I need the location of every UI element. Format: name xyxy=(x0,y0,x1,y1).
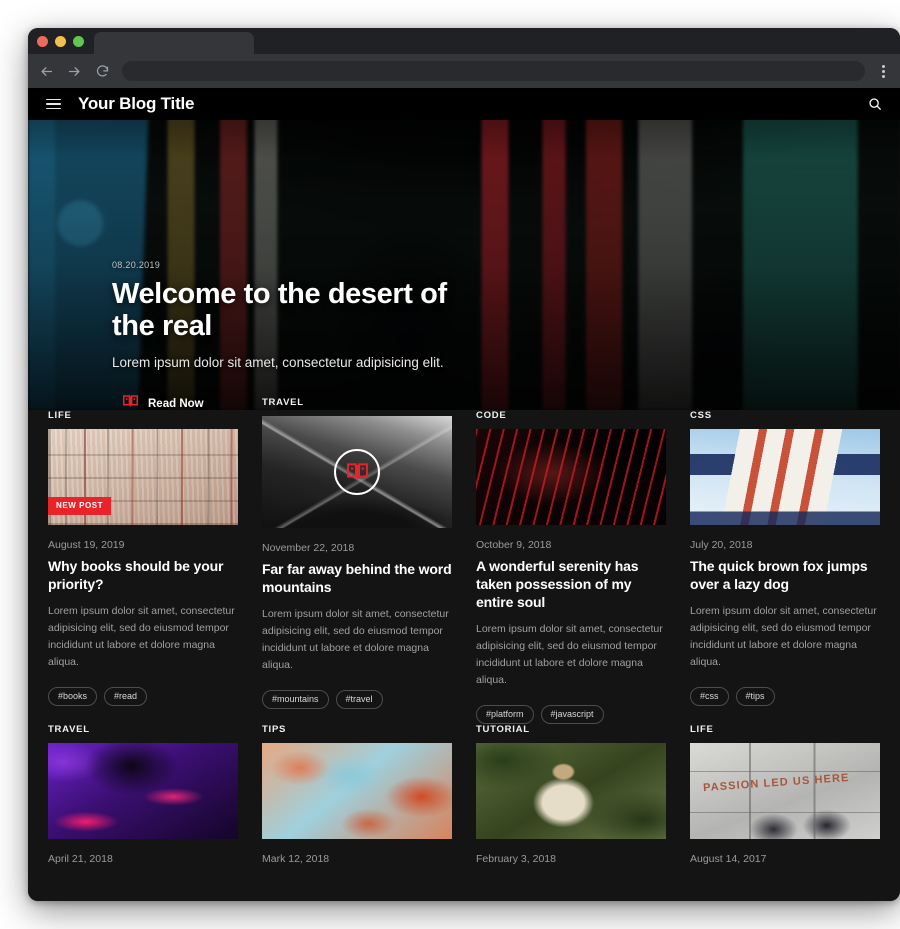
post-date: July 20, 2018 xyxy=(690,539,753,551)
post-card[interactable]: LIFE NEW POST August 19, 2019 Why books sho… xyxy=(36,410,250,724)
post-excerpt: Lorem ipsum dolor sit amet, consectetur … xyxy=(48,604,235,668)
hero-date: 08.20.2019 xyxy=(112,260,161,270)
post-tag[interactable]: #tips xyxy=(735,686,775,706)
post-card[interactable]: TRAVEL April 21, 2018 xyxy=(36,724,250,865)
page-viewport: 08.20.2019 Welcome to the desert of the … xyxy=(28,88,900,901)
post-card[interactable]: CODE October 9, 2018 A wonderful serenity … xyxy=(464,410,678,724)
post-tag[interactable]: #mountains xyxy=(262,689,329,709)
post-thumbnail[interactable] xyxy=(476,429,666,525)
post-excerpt: Lorem ipsum dolor sit amet, consectetur … xyxy=(690,604,877,668)
post-tag-list: #platform #javascript xyxy=(476,704,666,724)
post-excerpt: Lorem ipsum dolor sit amet, consectetur … xyxy=(476,622,663,686)
post-date: August 14, 2017 xyxy=(690,852,767,865)
hero-subtitle: Lorem ipsum dolor sit amet, consectetur … xyxy=(112,354,444,370)
post-category[interactable]: TUTORIAL xyxy=(476,724,666,735)
post-category[interactable]: CODE xyxy=(476,410,666,421)
close-window-button[interactable] xyxy=(37,35,48,47)
browser-toolbar xyxy=(28,54,900,88)
hero-content: 08.20.2019 Welcome to the desert of the … xyxy=(112,260,712,410)
post-thumbnail-wrap[interactable]: PASSION LED US HERE xyxy=(690,742,880,839)
thumbnail-overlay-text: PASSION LED US HERE xyxy=(703,772,851,795)
post-thumbnail[interactable] xyxy=(48,742,238,839)
post-thumbnail-wrap[interactable] xyxy=(262,416,452,528)
post-card[interactable]: TRAVEL November 22, 2018 Far far away behi… xyxy=(250,397,464,724)
post-thumbnail[interactable] xyxy=(262,416,452,528)
back-arrow-icon[interactable] xyxy=(38,63,55,80)
maximize-window-button[interactable] xyxy=(73,35,84,47)
post-card[interactable]: TUTORIAL February 3, 2018 xyxy=(464,724,678,865)
post-tag[interactable]: #css xyxy=(690,686,729,706)
post-tag-list: #css #tips xyxy=(690,686,880,706)
open-book-icon xyxy=(123,395,139,410)
browser-tab[interactable] xyxy=(94,32,254,54)
site-header: Your Blog Title xyxy=(28,88,900,120)
post-thumbnail-wrap[interactable] xyxy=(48,742,238,839)
kebab-menu-icon[interactable] xyxy=(876,62,890,80)
post-thumbnail-wrap[interactable] xyxy=(476,429,666,525)
post-thumbnail-wrap[interactable] xyxy=(690,429,880,525)
read-now-label: Read Now xyxy=(148,397,204,410)
post-excerpt: Lorem ipsum dolor sit amet, consectetur … xyxy=(262,607,449,671)
post-title[interactable]: A wonderful serenity has taken possessio… xyxy=(476,558,666,612)
post-date: November 22, 2018 xyxy=(262,542,355,554)
post-tag[interactable]: #books xyxy=(48,686,98,706)
post-tag[interactable]: #read xyxy=(104,686,148,706)
post-category[interactable]: LIFE xyxy=(690,724,880,735)
window-traffic-lights xyxy=(37,28,94,54)
post-category[interactable]: TRAVEL xyxy=(48,724,238,735)
post-tag-list: #books #read xyxy=(48,686,238,706)
post-category[interactable]: TIPS xyxy=(262,724,452,735)
search-icon[interactable] xyxy=(868,97,882,111)
post-thumbnail-wrap[interactable] xyxy=(262,742,452,839)
post-thumbnail-wrap[interactable]: NEW POST xyxy=(48,429,238,525)
post-category[interactable]: LIFE xyxy=(48,410,238,421)
featured-open-book-icon[interactable] xyxy=(334,449,380,495)
post-row: LIFE NEW POST August 19, 2019 Why books sho… xyxy=(36,397,892,724)
post-thumbnail[interactable] xyxy=(262,742,452,839)
post-title[interactable]: The quick brown fox jumps over a lazy do… xyxy=(690,558,880,594)
post-tag-list: #mountains #travel xyxy=(262,689,452,709)
post-thumbnail-wrap[interactable] xyxy=(476,742,666,839)
post-category[interactable]: CSS xyxy=(690,410,880,421)
browser-window: 08.20.2019 Welcome to the desert of the … xyxy=(28,28,900,901)
post-date: August 19, 2019 xyxy=(48,539,125,551)
post-date: October 9, 2018 xyxy=(476,539,552,551)
page-title: Your Blog Title xyxy=(78,94,195,113)
post-tag[interactable]: #travel xyxy=(335,689,383,709)
post-card[interactable]: CSS July 20, 2018 The quick brown fox jump… xyxy=(678,410,892,724)
post-date: April 21, 2018 xyxy=(48,852,113,865)
post-card[interactable]: LIFE PASSION LED US HERE August 14, 2017 xyxy=(678,724,892,865)
read-now-button[interactable]: Read Now xyxy=(123,395,204,410)
browser-tab-strip xyxy=(28,28,900,54)
post-card[interactable]: TIPS Mark 12, 2018 xyxy=(250,724,464,865)
post-thumbnail[interactable]: PASSION LED US HERE xyxy=(690,742,880,839)
new-post-badge: NEW POST xyxy=(48,497,112,515)
post-row: TRAVEL April 21, 2018 TIPS Mark 12, 2018 TUT… xyxy=(36,724,892,865)
post-grid: LIFE NEW POST August 19, 2019 Why books sho… xyxy=(28,397,900,901)
reload-icon[interactable] xyxy=(94,63,111,80)
post-thumbnail[interactable] xyxy=(690,429,880,525)
url-input[interactable] xyxy=(122,61,865,81)
hero-title: Welcome to the desert of the real xyxy=(112,278,447,343)
post-tag[interactable]: #platform xyxy=(476,704,534,724)
post-date: Mark 12, 2018 xyxy=(262,852,330,865)
hamburger-icon[interactable] xyxy=(46,98,61,110)
post-title[interactable]: Why books should be your priority? xyxy=(48,558,238,594)
hero-banner: 08.20.2019 Welcome to the desert of the … xyxy=(28,88,900,410)
post-date: February 3, 2018 xyxy=(476,852,556,865)
post-thumbnail[interactable] xyxy=(476,742,666,839)
post-tag[interactable]: #javascript xyxy=(540,704,604,724)
post-title[interactable]: Far far away behind the word mountains xyxy=(262,561,452,597)
forward-arrow-icon[interactable] xyxy=(66,63,83,80)
minimize-window-button[interactable] xyxy=(55,35,66,47)
